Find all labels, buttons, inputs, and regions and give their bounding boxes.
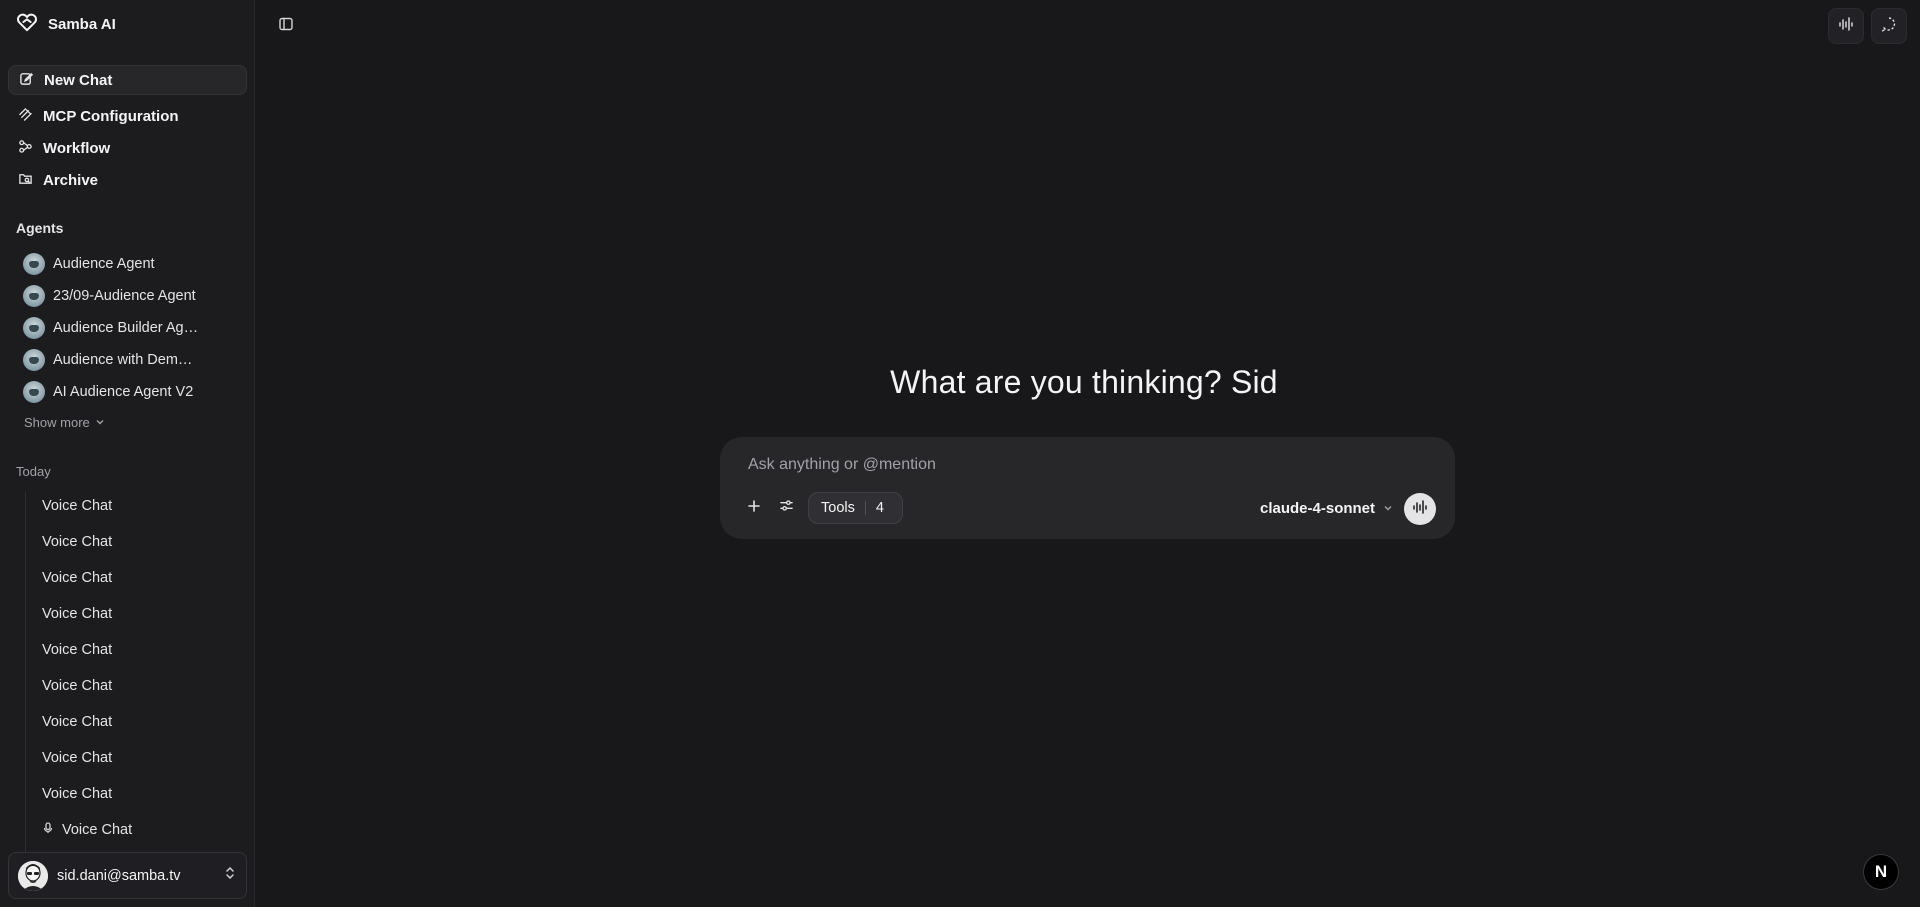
- model-label: claude-4-sonnet: [1260, 499, 1376, 517]
- history-label: Voice Chat: [42, 498, 113, 514]
- chevron-up-down-icon: [224, 866, 236, 885]
- history-item[interactable]: Voice Chat: [42, 745, 112, 771]
- nav-new-chat[interactable]: New Chat: [8, 65, 247, 95]
- tools-button[interactable]: Tools 4: [808, 492, 903, 524]
- history-item[interactable]: Voice Chat: [42, 817, 132, 843]
- agent-label: Audience Builder Agent: [53, 320, 199, 336]
- history-label: Voice Chat: [42, 786, 113, 802]
- history-item[interactable]: Voice Chat: [42, 637, 112, 663]
- agent-item[interactable]: 23/09-Audience Agent: [16, 282, 246, 310]
- dashed-chat-icon: [1881, 16, 1897, 37]
- history-label: Voice Chat: [42, 534, 113, 550]
- history-label: Voice Chat: [42, 570, 113, 586]
- history-label: Voice Chat: [62, 822, 133, 838]
- agent-avatar: [23, 285, 45, 307]
- agent-avatar: [23, 317, 45, 339]
- chat-composer: Tools 4 claude-4-sonnet: [720, 437, 1455, 539]
- show-more-label: Show more: [24, 415, 90, 430]
- tools-label: Tools: [821, 500, 855, 516]
- history-label: Voice Chat: [42, 714, 113, 730]
- sidebar-toggle-button[interactable]: [274, 14, 298, 38]
- agent-label: 23/09-Audience Agent: [53, 288, 196, 304]
- agent-item[interactable]: Audience Agent: [16, 250, 246, 278]
- user-menu[interactable]: sid.dani@samba.tv: [8, 852, 247, 899]
- history-item[interactable]: Voice Chat: [42, 781, 112, 807]
- brand-name: Samba AI: [48, 15, 116, 33]
- nav-workflow[interactable]: Workflow: [8, 133, 247, 163]
- nav-label: Workflow: [43, 139, 111, 157]
- avatar: [18, 860, 48, 891]
- temporary-chat-button[interactable]: [1871, 8, 1907, 44]
- history-label: Voice Chat: [42, 606, 113, 622]
- agents-heading: Agents: [16, 220, 64, 236]
- voice-mode-button[interactable]: [1828, 8, 1864, 44]
- history-item[interactable]: Voice Chat: [42, 601, 112, 627]
- sidebar-toggle-icon: [278, 16, 294, 37]
- edit-icon: [19, 71, 34, 90]
- chevron-down-icon: [1383, 500, 1393, 517]
- mic-icon: [42, 822, 54, 838]
- sliders-icon: [779, 498, 794, 518]
- brand[interactable]: Samba AI: [16, 12, 116, 36]
- dev-tools-badge[interactable]: N: [1863, 854, 1899, 890]
- user-email: sid.dani@samba.tv: [57, 867, 181, 884]
- settings-button[interactable]: [776, 498, 796, 518]
- plus-icon: [747, 499, 761, 518]
- history-label: Voice Chat: [42, 642, 113, 658]
- nav-mcp-configuration[interactable]: MCP Configuration: [8, 101, 247, 131]
- mcp-icon: [18, 107, 33, 126]
- archive-icon: [18, 171, 33, 190]
- agent-avatar: [23, 253, 45, 275]
- history-item[interactable]: Voice Chat: [42, 709, 112, 735]
- model-selector[interactable]: claude-4-sonnet: [1260, 495, 1393, 521]
- tools-count-badge: 4: [875, 500, 884, 516]
- history-item[interactable]: Voice Chat: [42, 673, 112, 699]
- audio-wave-icon: [1412, 499, 1428, 520]
- chat-input[interactable]: [748, 451, 1428, 479]
- history-label: Voice Chat: [42, 678, 113, 694]
- show-more-button[interactable]: Show more: [24, 415, 105, 430]
- history-item[interactable]: Voice Chat: [42, 565, 112, 591]
- workflow-icon: [18, 139, 33, 158]
- agent-item[interactable]: Audience Builder Agent: [16, 314, 246, 342]
- page-title: What are you thinking? Sid: [890, 364, 1278, 400]
- voice-input-button[interactable]: [1404, 493, 1436, 525]
- history-heading: Today: [16, 464, 51, 479]
- nav-label: Archive: [43, 171, 99, 189]
- history-divider: [25, 492, 26, 852]
- sidebar: Samba AI New Chat MCP Configuration Work…: [0, 0, 255, 907]
- chevron-down-icon: [95, 415, 105, 430]
- nav-label: New Chat: [44, 71, 113, 89]
- history-label: Voice Chat: [42, 750, 113, 766]
- heart-logo-icon: [16, 12, 38, 37]
- nav-archive[interactable]: Archive: [8, 165, 247, 195]
- history-item[interactable]: Voice Chat: [42, 493, 112, 519]
- attach-button[interactable]: [744, 498, 764, 518]
- badge-label: N: [1874, 862, 1888, 881]
- audio-wave-icon: [1838, 16, 1854, 37]
- history-item[interactable]: Voice Chat: [42, 529, 112, 555]
- agent-label: Audience Agent: [53, 256, 155, 272]
- nav-label: MCP Configuration: [43, 107, 179, 125]
- tools-divider: [864, 501, 866, 515]
